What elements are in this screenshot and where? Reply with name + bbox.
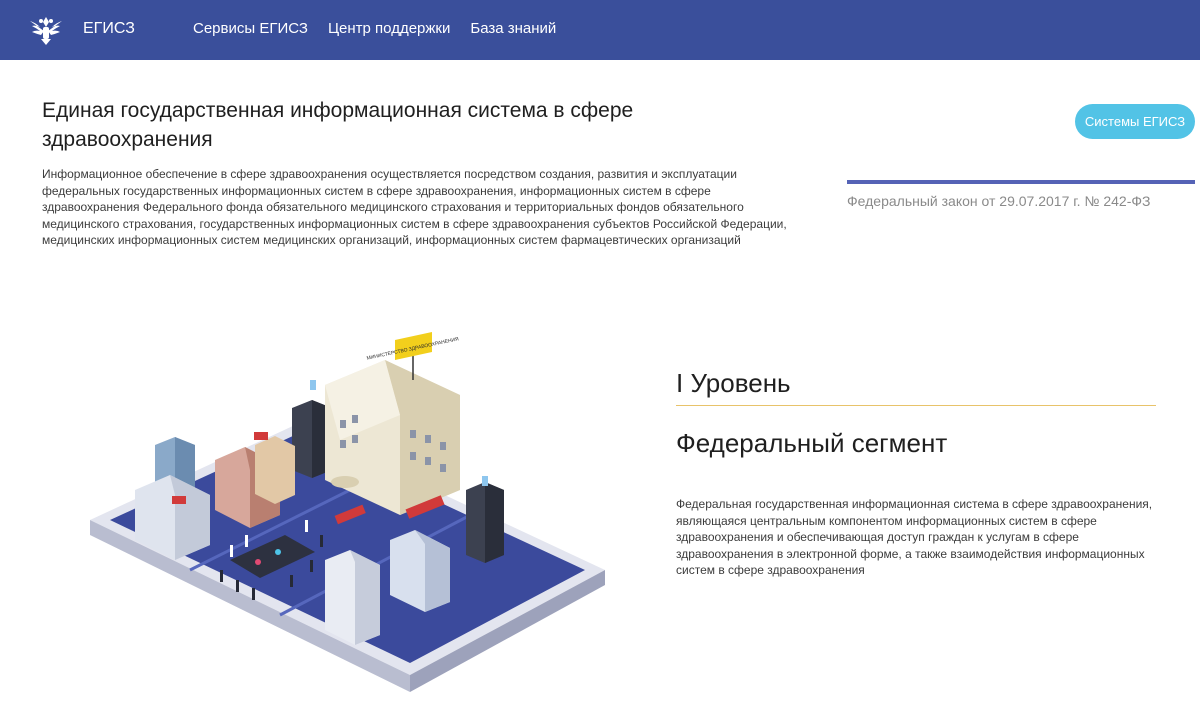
server-tower-right [466,476,504,563]
nav-link-support[interactable]: Центр поддержки [328,20,450,37]
nav-link-services[interactable]: Сервисы ЕГИСЗ [193,20,308,37]
brand-name[interactable]: ЕГИСЗ [83,20,135,38]
page-title: Единая государственная информационная си… [42,99,634,151]
isometric-city-illustration: МИНИСТЕРСТВО ЗДРАВООХРАНЕНИЯ [90,332,605,692]
building-bottom-center [325,550,380,645]
double-headed-eagle-logo-icon[interactable] [26,11,66,51]
main-nav: Сервисы ЕГИСЗ Центр поддержки База знани… [193,20,556,37]
law-divider [847,180,1195,184]
level-title: I Уровень [676,368,791,398]
top-navigation-bar: ЕГИСЗ Сервисы ЕГИСЗ Центр поддержки База… [0,0,1200,60]
level-divider [676,405,1156,406]
nav-link-knowledge-base[interactable]: База знаний [470,20,556,37]
federal-law-reference: Федеральный закон от 29.07.2017 г. № 242… [847,193,1151,209]
egisz-systems-button[interactable]: Системы ЕГИСЗ [1075,104,1195,139]
segment-description: Федеральная государственная информационн… [676,497,1153,577]
intro-text: Информационное обеспечение в сфере здрав… [42,167,787,247]
segment-title: Федеральный сегмент [676,428,948,458]
